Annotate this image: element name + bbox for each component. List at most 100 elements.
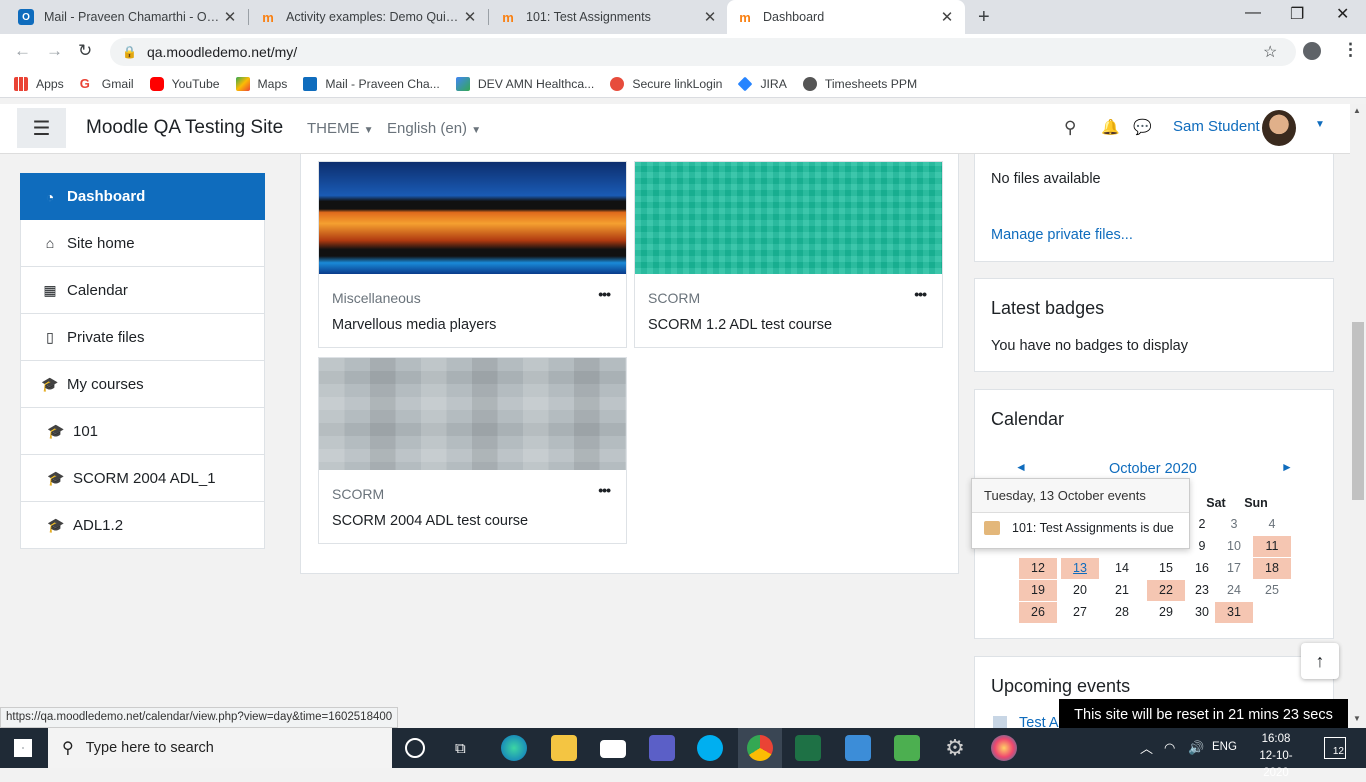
taskbar-search-box[interactable]: ⚲ Type here to search <box>48 728 392 768</box>
bookmark-gmail[interactable]: G Gmail <box>80 76 134 91</box>
drawer-item-course-101[interactable]: 🎓 101 <box>20 408 265 455</box>
user-menu-name[interactable]: Sam Student <box>1173 118 1260 135</box>
close-window-icon[interactable]: ✕ <box>1336 4 1349 24</box>
prev-month-icon[interactable]: ◄ <box>1015 460 1027 474</box>
teams-icon[interactable] <box>649 735 675 761</box>
bookmark-youtube[interactable]: YouTube <box>149 76 220 91</box>
calendar-day[interactable]: 31 <box>1215 602 1253 623</box>
bookmark-timesheets[interactable]: Timesheets PPM <box>802 76 917 91</box>
close-tab-icon[interactable]: ✕ <box>939 8 955 26</box>
popover-event[interactable]: 101: Test Assignments is due <box>972 513 1189 543</box>
skype-icon[interactable] <box>697 735 723 761</box>
maps-icon <box>235 76 250 91</box>
course-name[interactable]: Marvellous media players <box>332 317 496 333</box>
browser-tab[interactable]: O Mail - Praveen Chamarthi - Outlo ✕ <box>8 0 248 34</box>
maximize-icon[interactable]: ❐ <box>1290 4 1304 24</box>
paint-icon[interactable] <box>991 735 1017 761</box>
moodle-icon: m <box>502 9 514 25</box>
cortana-icon[interactable] <box>405 738 425 758</box>
course-menu-icon[interactable]: ••• <box>914 286 927 302</box>
course-card[interactable]: SCORM ••• SCORM 1.2 ADL test course <box>634 161 943 348</box>
windows-start-icon[interactable] <box>14 739 32 757</box>
next-month-icon[interactable]: ► <box>1281 460 1293 474</box>
course-name[interactable]: SCORM 2004 ADL test course <box>332 513 528 529</box>
edge-icon[interactable] <box>501 735 527 761</box>
calendar-day[interactable]: 18 <box>1253 558 1291 579</box>
theme-dropdown[interactable]: THEME ▼ <box>307 120 374 137</box>
browser-tab[interactable]: m 101: Test Assignments ✕ <box>490 0 728 34</box>
forward-icon[interactable]: → <box>46 41 63 61</box>
bookmark-apps[interactable]: Apps <box>14 76 64 91</box>
close-tab-icon[interactable]: ✕ <box>222 8 238 26</box>
bell-icon[interactable]: 🔔 <box>1101 118 1120 136</box>
profile-icon[interactable] <box>1303 42 1321 60</box>
calendar-day[interactable]: 26 <box>1019 602 1057 623</box>
bookmark-maps[interactable]: Maps <box>235 76 287 91</box>
language-indicator[interactable]: ENG <box>1212 741 1237 753</box>
calendar-day[interactable]: 13 <box>1061 558 1099 579</box>
calendar-day: 15 <box>1159 561 1173 575</box>
app-icon[interactable] <box>845 735 871 761</box>
url-field[interactable]: 🔒 qa.moodledemo.net/my/ <box>110 38 1296 66</box>
bookmark-jira[interactable]: JIRA <box>738 76 787 91</box>
calendar-day[interactable]: 22 <box>1147 580 1185 601</box>
calendar-day[interactable]: 12 <box>1019 558 1057 579</box>
file-explorer-icon[interactable] <box>551 735 577 761</box>
browser-tab[interactable]: m Activity examples: Demo Quiz wi ✕ <box>250 0 488 34</box>
bookmark-star-icon[interactable]: ☆ <box>1263 42 1277 62</box>
drawer-item-site-home[interactable]: ⌂ Site home <box>20 220 265 267</box>
mail-icon[interactable] <box>600 740 626 758</box>
chat-icon[interactable]: 💬 <box>1133 118 1152 136</box>
search-icon[interactable]: ⚲ <box>1064 118 1076 138</box>
browser-tab-active[interactable]: m Dashboard ✕ <box>727 0 965 34</box>
scrollbar-thumb[interactable] <box>1352 322 1364 500</box>
back-icon[interactable]: ← <box>14 41 31 61</box>
gear-icon[interactable]: ⚙ <box>942 735 968 761</box>
calendar-day[interactable]: 11 <box>1253 536 1291 557</box>
notifications-icon[interactable]: 12 <box>1324 737 1346 759</box>
scroll-up-icon[interactable]: ▲ <box>1353 106 1361 115</box>
drawer-item-course-scorm2004[interactable]: 🎓 SCORM 2004 ADL_1 <box>20 455 265 502</box>
site-name[interactable]: Moodle QA Testing Site <box>86 117 283 139</box>
back-to-top-button[interactable]: ↑ <box>1301 643 1339 679</box>
drawer-item-private-files[interactable]: ▯ Private files <box>20 314 265 361</box>
drawer-item-my-courses[interactable]: 🎓 My courses <box>20 361 265 408</box>
chevron-up-icon[interactable]: ︿ <box>1140 738 1153 757</box>
manage-private-files-link[interactable]: Manage private files... <box>991 227 1133 243</box>
course-card[interactable]: SCORM ••• SCORM 2004 ADL test course <box>318 357 627 544</box>
close-tab-icon[interactable]: ✕ <box>702 8 718 26</box>
taskbar-clock[interactable]: 16:08 12-10-2020 <box>1248 731 1304 782</box>
bookmark-dev-amn[interactable]: DEV AMN Healthca... <box>455 76 594 91</box>
excel-icon[interactable] <box>795 735 821 761</box>
reload-icon[interactable]: ↻ <box>78 41 92 61</box>
browser-menu-icon[interactable]: ⋮ <box>1342 40 1359 60</box>
minimize-icon[interactable]: — <box>1245 4 1261 22</box>
graduation-cap-icon: 🎓 <box>47 469 65 486</box>
bookmark-secure-login[interactable]: Secure linkLogin <box>610 76 722 91</box>
speaker-icon[interactable]: 🔊 <box>1188 740 1204 756</box>
avatar[interactable] <box>1262 110 1296 146</box>
drawer-item-dashboard[interactable]: ◔ Dashboard <box>20 173 265 220</box>
drawer-item-course-adl12[interactable]: 🎓 ADL1.2 <box>20 502 265 549</box>
course-menu-icon[interactable]: ••• <box>598 286 611 302</box>
scroll-down-icon[interactable]: ▼ <box>1353 714 1361 723</box>
calendar-day[interactable]: 19 <box>1019 580 1057 601</box>
chrome-icon[interactable] <box>747 735 773 761</box>
close-tab-icon[interactable]: ✕ <box>462 8 478 26</box>
course-name[interactable]: SCORM 1.2 ADL test course <box>648 317 832 333</box>
calendar-day: 21 <box>1115 583 1129 597</box>
drawer-item-calendar[interactable]: ▦ Calendar <box>20 267 265 314</box>
reset-countdown-toast: This site will be reset in 21 mins 23 se… <box>1059 699 1348 730</box>
drawer-toggle-button[interactable]: ☰ <box>17 108 66 148</box>
outlook-icon <box>303 76 318 91</box>
course-card[interactable]: Miscellaneous ••• Marvellous media playe… <box>318 161 627 348</box>
course-menu-icon[interactable]: ••• <box>598 482 611 498</box>
language-dropdown[interactable]: English (en) ▼ <box>387 120 481 137</box>
user-menu-caret-icon[interactable]: ▼ <box>1315 119 1325 130</box>
wifi-icon[interactable]: ◠ <box>1164 740 1175 756</box>
new-tab-icon[interactable]: + <box>978 6 990 29</box>
calendar-month-link[interactable]: October 2020 <box>1109 461 1197 477</box>
app-icon[interactable] <box>894 735 920 761</box>
task-view-icon[interactable]: ⧉ <box>455 740 466 757</box>
bookmark-mail[interactable]: Mail - Praveen Cha... <box>303 76 440 91</box>
